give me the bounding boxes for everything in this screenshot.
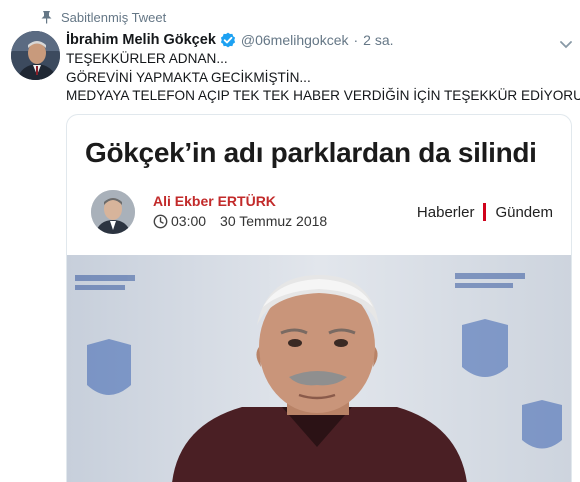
article-meta: 03:00 30 Temmuz 2018	[153, 213, 327, 229]
chevron-down-icon[interactable]	[560, 36, 572, 49]
news-photo	[67, 255, 571, 482]
tweet-header: İbrahim Melih Gökçek @06melihgokcek · 2 …	[66, 30, 394, 50]
clock-icon	[153, 214, 168, 229]
author-photo	[91, 190, 135, 234]
author-display-name[interactable]: İbrahim Melih Gökçek	[66, 32, 216, 48]
verified-badge-icon	[220, 32, 236, 48]
tweet-line: MEDYAYA TELEFON AÇIP TEK TEK HABER VERDİ…	[66, 88, 580, 103]
article-sections: Haberler Gündem	[417, 203, 553, 221]
section-divider	[483, 203, 487, 221]
pinned-text: Sabitlenmiş Tweet	[61, 9, 167, 25]
tweet-text: TEŞEKKÜRLER ADNAN... GÖREVİNİ YAPMAKTA G…	[66, 50, 580, 106]
tweet-media-image[interactable]: Gökçek’in adı parklardan da silindi Ali …	[66, 114, 572, 482]
pin-icon	[40, 10, 53, 24]
avatar[interactable]	[11, 31, 60, 80]
article-headline: Gökçek’in adı parklardan da silindi	[85, 137, 537, 168]
article-author: Ali Ekber ERTÜRK	[153, 193, 276, 209]
header-separator: ·	[353, 32, 359, 48]
article-date: 30 Temmuz 2018	[220, 213, 328, 229]
author-handle[interactable]: @06melihgokcek	[241, 32, 349, 48]
section-tag: Gündem	[495, 203, 553, 221]
section-tag: Haberler	[416, 203, 475, 221]
pinned-tweet-label: Sabitlenmiş Tweet	[40, 8, 166, 26]
tweet-line: TEŞEKKÜRLER ADNAN...	[66, 51, 228, 66]
tweet-timestamp[interactable]: 2 sa.	[363, 32, 393, 48]
tweet-line: GÖREVİNİ YAPMAKTA GECİKMİŞTİN...	[66, 69, 311, 85]
article-time: 03:00	[171, 213, 207, 229]
